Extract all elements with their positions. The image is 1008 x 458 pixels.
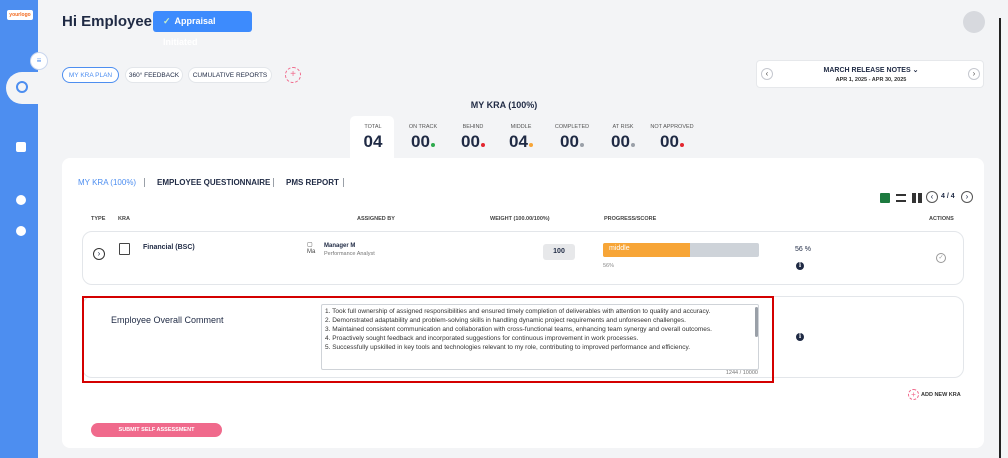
info-icon[interactable]: i	[796, 262, 804, 270]
status-dot-icon	[528, 143, 533, 147]
progress-label: middle	[609, 245, 630, 252]
comment-textarea[interactable]: 1. Took full ownership of assigned respo…	[321, 304, 759, 370]
char-counter: 1244 / 10000	[725, 370, 758, 376]
textarea-scrollbar[interactable]	[755, 307, 758, 337]
stat-label: ON TRACK	[408, 124, 438, 130]
stat-value-text: 00	[411, 132, 430, 151]
release-notes-panel: ‹ MARCH RELEASE NOTES ⌄ APR 1, 2025 - AP…	[756, 60, 984, 88]
header-assigned-by: ASSIGNED BY	[357, 216, 395, 222]
stat-value-text: 00	[560, 132, 579, 151]
header-weight: WEIGHT (100.00/100%)	[490, 216, 550, 222]
manager-avatar: ▢ Ma	[307, 242, 316, 255]
approve-check-icon[interactable]: ✓	[936, 253, 946, 263]
weight-value: 100	[543, 244, 575, 260]
add-tab-button[interactable]: +	[285, 67, 301, 83]
divider	[144, 178, 145, 187]
target-icon	[16, 81, 28, 93]
manager-name: Manager M	[324, 243, 356, 249]
comment-line: 3. Maintained consistent communication a…	[325, 325, 712, 333]
stat-value: 04	[362, 132, 384, 152]
stat-label: MIDDLE	[510, 124, 532, 130]
divider	[273, 178, 274, 187]
stat-value: 00	[405, 132, 441, 152]
header-actions: ACTIONS	[929, 216, 954, 222]
user-icon[interactable]	[16, 226, 26, 236]
chevron-right-icon[interactable]: ›	[968, 68, 980, 80]
expand-row-button[interactable]: ›	[93, 248, 105, 260]
stat-label: NOT APPROVED	[650, 124, 694, 130]
stat-value: 00	[648, 132, 696, 152]
header-kra: KRA	[118, 216, 130, 222]
info-icon[interactable]: i	[796, 333, 804, 341]
stat-label: TOTAL	[364, 124, 382, 130]
gear-icon[interactable]	[16, 195, 26, 205]
tab-cumulative-reports[interactable]: CUMULATIVE REPORTS	[188, 67, 272, 83]
stat-value-text: 04	[363, 132, 383, 151]
excel-icon[interactable]	[880, 193, 890, 203]
check-icon: ✓	[163, 16, 171, 26]
stat-label: BEHIND	[462, 124, 484, 130]
stat-value: 00	[458, 132, 488, 152]
comment-label: Employee Overall Comment	[111, 315, 224, 325]
grid-view-icon[interactable]	[912, 193, 922, 203]
divider	[343, 178, 344, 187]
comment-line: 5. Successfully upskilled in key tools a…	[325, 343, 691, 351]
plus-icon: +	[908, 389, 919, 401]
page-scrollbar[interactable]	[999, 18, 1001, 458]
chevron-down-icon: ⌄	[912, 67, 919, 74]
comment-line: 2. Demonstrated adaptability and problem…	[325, 316, 686, 324]
list-view-icon[interactable]	[896, 194, 906, 202]
stat-value: 00	[609, 132, 637, 152]
sidebar-toggle-icon[interactable]: ≡	[30, 52, 48, 70]
status-dot-icon	[679, 143, 684, 147]
subtab-my-kra[interactable]: MY KRA (100%)	[78, 178, 136, 187]
status-dot-icon	[480, 143, 485, 147]
stat-value-text: 00	[611, 132, 630, 151]
comment-line: 1. Took full ownership of assigned respo…	[325, 308, 711, 315]
progress-bar: middle	[603, 243, 759, 257]
tab-my-kra-plan[interactable]: MY KRA PLAN	[62, 67, 119, 83]
document-edit-icon[interactable]	[16, 142, 26, 152]
stat-value-text: 00	[660, 132, 679, 151]
add-new-kra-button[interactable]: + ADD NEW KRA	[908, 386, 961, 404]
status-dot-icon	[579, 143, 584, 147]
header-progress: PROGRESS/SCORE	[604, 216, 657, 222]
table-row	[82, 231, 964, 285]
manager-role: Performance Analyst	[324, 251, 375, 257]
progress-percent: 56%	[603, 263, 615, 269]
release-notes-title-text: MARCH RELEASE NOTES	[823, 67, 911, 74]
comment-line: 4. Proactively sought feedback and incor…	[325, 334, 639, 342]
company-logo: yourlogo	[7, 10, 33, 20]
subtab-employee-questionnaire[interactable]: EMPLOYEE QUESTIONNAIRE	[157, 178, 270, 187]
kra-summary-title: MY KRA (100%)	[470, 100, 538, 110]
prev-page-button[interactable]: ‹	[926, 191, 938, 203]
stat-value: 00	[552, 132, 592, 152]
release-notes-title[interactable]: MARCH RELEASE NOTES ⌄	[757, 66, 985, 74]
avatar[interactable]	[963, 11, 985, 33]
stat-value-text: 04	[509, 132, 528, 151]
stat-value-text: 00	[461, 132, 480, 151]
status-dot-icon	[630, 143, 635, 147]
status-badge: ✓ Appraisal Initiated	[153, 11, 252, 47]
tab-360-feedback[interactable]: 360° FEEDBACK	[125, 67, 183, 83]
kra-name: Financial (BSC)	[143, 244, 195, 251]
add-new-kra-label: ADD NEW KRA	[921, 391, 961, 398]
stat-label: COMPLETED	[554, 124, 590, 130]
stat-value: 04	[507, 132, 535, 152]
header-type: TYPE	[91, 216, 106, 222]
release-notes-dates: APR 1, 2025 - APR 30, 2025	[835, 77, 907, 83]
page-title: Hi Employee E	[62, 13, 167, 30]
stat-label: AT RISK	[612, 124, 634, 130]
next-page-button[interactable]: ›	[961, 191, 973, 203]
finance-icon	[119, 243, 130, 255]
score-value: 56 %	[795, 246, 811, 253]
subtab-pms-report[interactable]: PMS REPORT	[286, 178, 339, 187]
submit-self-assessment-button[interactable]: SUBMIT SELF ASSESSMENT	[91, 423, 222, 437]
pagination-text: 4 / 4	[941, 193, 955, 200]
status-dot-icon	[430, 143, 435, 147]
manager-avatar-alt: Ma	[307, 249, 316, 255]
